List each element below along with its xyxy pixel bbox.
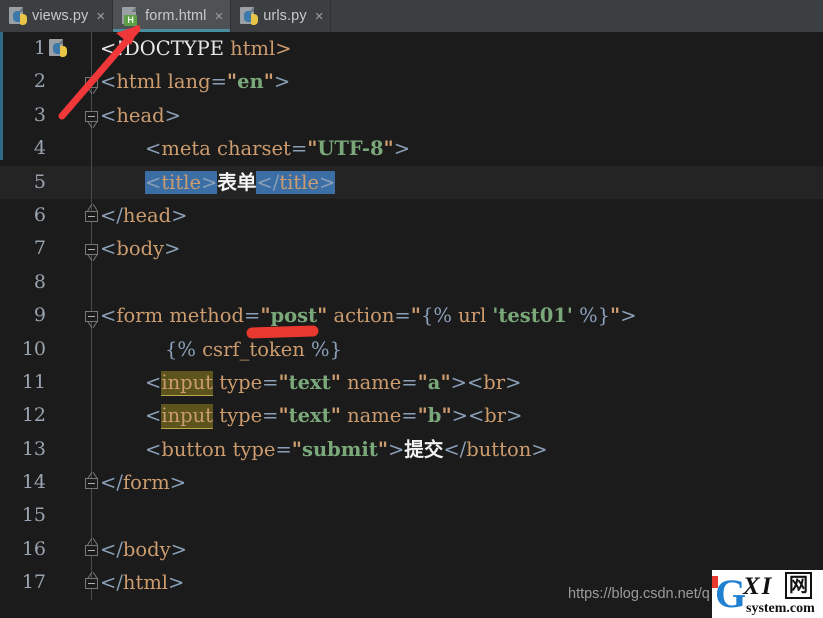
code-line[interactable]: 4 <meta charset="UTF-8"> <box>0 132 823 166</box>
line-number: 4 <box>33 137 46 160</box>
code-text: <input type="text" name="a"><br> <box>145 370 522 396</box>
indent-guide <box>91 499 92 533</box>
html-file-icon: H <box>121 6 139 26</box>
fold-marker-icon[interactable] <box>84 471 99 492</box>
identifier-occurrence-highlight: input <box>161 370 214 396</box>
code-text: <form method="post" action="{% url 'test… <box>100 304 637 328</box>
fold-marker-icon[interactable] <box>84 240 99 262</box>
line-number: 11 <box>21 370 46 393</box>
code-line[interactable]: 8 <box>0 265 823 300</box>
line-number: 15 <box>21 504 46 527</box>
code-text: </html> <box>100 571 185 595</box>
code-editor[interactable]: 1 <!DOCTYPE html> 2 <html lang="en"> 3 <… <box>0 32 823 618</box>
code-line[interactable]: 10 {% csrf_token %} <box>0 332 823 366</box>
html-badge-label: H <box>124 15 138 26</box>
identifier-occurrence-highlight: input <box>161 404 214 430</box>
line-number: 6 <box>33 203 46 226</box>
indent-guide <box>91 265 92 300</box>
code-line[interactable]: 9 <form method="post" action="{% url 'te… <box>0 299 823 333</box>
line-number: 12 <box>21 404 46 427</box>
tab-label: views.py <box>32 8 89 24</box>
line-number: 2 <box>33 70 46 93</box>
code-line[interactable]: 1 <!DOCTYPE html> <box>0 32 823 66</box>
code-text: <button type="submit">提交</button> <box>145 437 548 461</box>
watermark-logo: G XI 网 system.com <box>712 570 823 618</box>
code-text: </body> <box>100 537 187 561</box>
indent-guide <box>91 365 92 400</box>
code-line[interactable]: 11 <input type="text" name="a"><br> <box>0 365 823 400</box>
close-icon[interactable]: × <box>313 9 324 24</box>
code-line[interactable]: 3 <head> <box>0 98 823 133</box>
code-text: <!DOCTYPE html> <box>100 37 292 60</box>
line-number: 14 <box>21 471 46 494</box>
code-text: <meta charset="UTF-8"> <box>145 137 411 161</box>
code-text: </head> <box>100 203 188 227</box>
line-number: 7 <box>33 237 46 260</box>
editor-tab-bar: views.py × H form.html × urls.py × <box>0 0 823 32</box>
editor-window: views.py × H form.html × urls.py × 1 <!D… <box>0 0 823 618</box>
line-number: 8 <box>33 270 46 293</box>
tab-label: form.html <box>145 8 207 24</box>
line-number: 13 <box>21 437 46 460</box>
line-number: 1 <box>33 37 46 59</box>
fold-marker-icon[interactable] <box>84 107 99 128</box>
code-line[interactable]: 16 </body> <box>0 532 823 567</box>
indent-guide <box>91 432 92 467</box>
code-line[interactable]: 12 <input type="text" name="b"><br> <box>0 399 823 433</box>
code-text: <input type="text" name="b"><br> <box>145 404 523 430</box>
indent-guide <box>91 32 92 66</box>
logo-char-wang: 网 <box>785 572 812 599</box>
python-file-icon <box>8 6 27 26</box>
code-line[interactable]: 2 <html lang="en"> <box>0 65 823 99</box>
python-file-icon <box>239 6 259 26</box>
code-text: <html lang="en"> <box>100 70 291 94</box>
selected-text: </title> <box>256 170 336 194</box>
tab-urls-py[interactable]: urls.py × <box>231 0 332 32</box>
close-icon[interactable]: × <box>94 9 105 24</box>
code-line[interactable]: 6 </head> <box>0 198 823 233</box>
code-text: </form> <box>100 471 187 495</box>
code-line[interactable]: 15 <box>0 499 823 533</box>
fold-marker-icon[interactable] <box>84 73 99 95</box>
code-text: <title>表单</title> <box>145 170 336 194</box>
python-file-icon <box>48 38 67 58</box>
fold-marker-icon[interactable] <box>84 538 99 559</box>
indent-guide <box>91 165 92 199</box>
code-line[interactable]: 7 <body> <box>0 232 823 266</box>
fold-marker-icon[interactable] <box>84 571 99 592</box>
code-text: <head> <box>100 103 181 127</box>
selected-text: <title> <box>145 170 218 194</box>
close-icon[interactable]: × <box>213 9 224 24</box>
line-number: 17 <box>21 571 46 594</box>
code-line[interactable]: 13 <button type="submit">提交</button> <box>0 432 823 467</box>
logo-letters-xi: XI <box>743 573 774 600</box>
fold-marker-icon[interactable] <box>84 307 99 329</box>
logo-domain-text: system.com <box>746 601 815 616</box>
line-number: 9 <box>33 304 46 327</box>
fold-marker-icon[interactable] <box>84 204 99 225</box>
code-line[interactable]: 14 </form> <box>0 466 823 500</box>
tab-views-py[interactable]: views.py × <box>0 0 114 32</box>
line-number: 5 <box>33 170 46 193</box>
code-text: {% csrf_token %} <box>165 337 342 361</box>
indent-guide <box>91 332 92 366</box>
tab-label: urls.py <box>263 8 307 24</box>
indent-guide <box>91 132 92 166</box>
tab-form-html[interactable]: H form.html × <box>113 0 232 32</box>
watermark-url: https://blog.csdn.net/q <box>568 586 710 602</box>
code-line[interactable]: 5 <title>表单</title> <box>0 165 823 199</box>
indent-guide <box>91 399 92 433</box>
line-number: 3 <box>33 103 46 126</box>
logo-letter-g: G <box>715 571 747 616</box>
line-number: 16 <box>21 537 46 560</box>
line-number: 10 <box>21 337 46 360</box>
code-text: <body> <box>100 237 181 261</box>
